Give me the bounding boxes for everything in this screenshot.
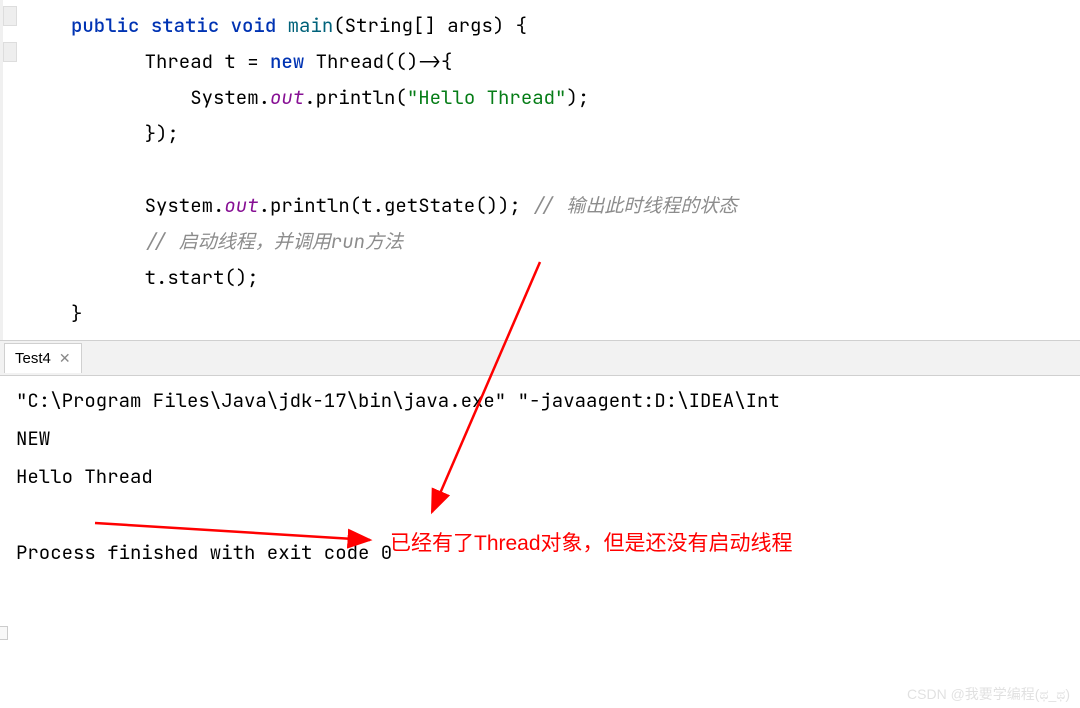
code-line: }	[19, 296, 1080, 332]
annotation-label: 已经有了Thread对象，但是还没有启动线程	[390, 527, 793, 557]
gutter-icon	[3, 6, 17, 26]
code-line: public static void main(String[] args) {	[19, 8, 1080, 44]
gutter-icon	[3, 42, 17, 62]
tab-test4[interactable]: Test4 ✕	[4, 343, 82, 373]
code-line: t.start();	[19, 260, 1080, 296]
console-line: "C:\Program Files\Java\jdk-17\bin\java.e…	[16, 382, 1064, 420]
close-icon[interactable]: ✕	[59, 350, 71, 367]
console-line: Hello Thread	[16, 458, 1064, 496]
tab-label: Test4	[15, 350, 51, 367]
watermark: CSDN @我要学编程(ಥ_ಥ)	[907, 684, 1070, 704]
code-editor[interactable]: public static void main(String[] args) {…	[0, 0, 1080, 340]
code-line: System.out.println(t.getState()); // 输出此…	[19, 188, 1080, 224]
code-line: Thread t = new Thread(()->{	[19, 44, 1080, 80]
code-line: // 启动线程，并调用run方法	[19, 224, 1080, 260]
code-line: });	[19, 116, 1080, 152]
code-line	[19, 152, 1080, 188]
run-tab-bar: Test4 ✕	[0, 340, 1080, 376]
console-line: NEW	[16, 420, 1064, 458]
code-line: System.out.println("Hello Thread");	[19, 80, 1080, 116]
gutter-icon	[0, 626, 8, 640]
